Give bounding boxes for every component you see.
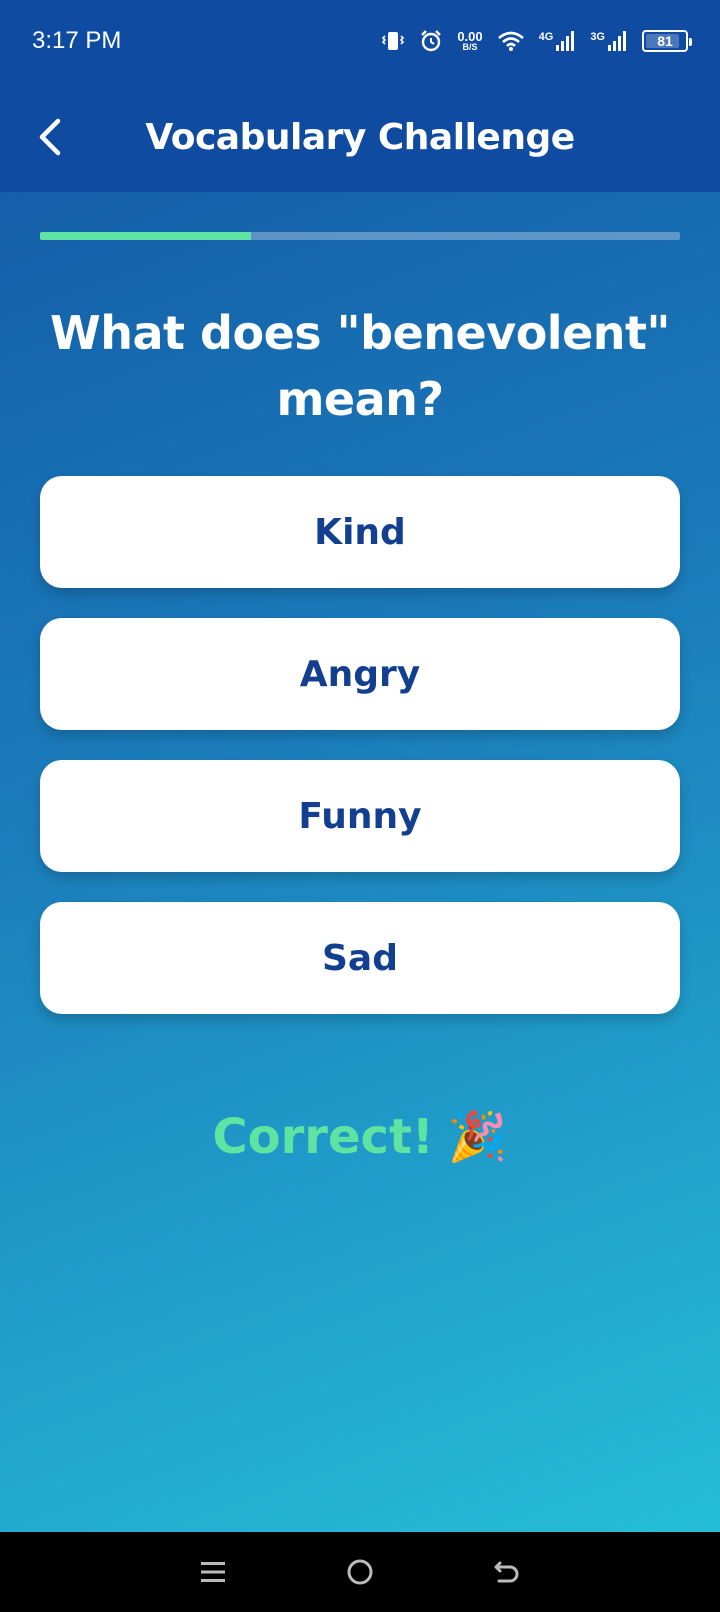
status-time: 3:17 PM xyxy=(32,27,122,54)
option-label: Sad xyxy=(322,937,398,979)
party-popper-icon: 🎉 xyxy=(447,1109,508,1165)
battery-level: 81 xyxy=(657,33,673,49)
home-icon xyxy=(347,1559,373,1585)
alarm-icon xyxy=(421,30,442,52)
menu-icon xyxy=(201,1562,226,1582)
option-label: Kind xyxy=(314,511,406,553)
feedback-message: Correct! 🎉 xyxy=(0,1108,720,1166)
status-icons: 0.00 B/S 4G 3G 81 xyxy=(381,29,692,53)
net-speed-unit: B/S xyxy=(462,42,478,52)
nav-home-button[interactable] xyxy=(330,1542,390,1602)
page-title: Vocabulary Challenge xyxy=(145,116,575,158)
feedback-text: Correct! xyxy=(212,1108,434,1165)
option-button-funny[interactable]: Funny xyxy=(40,760,680,872)
progress-fill xyxy=(40,232,252,240)
option-button-sad[interactable]: Sad xyxy=(40,902,680,1014)
option-label: Funny xyxy=(298,795,422,837)
option-button-angry[interactable]: Angry xyxy=(40,618,680,730)
back-icon xyxy=(494,1561,519,1583)
navigation-bar xyxy=(0,1532,720,1612)
signal-icon xyxy=(556,31,575,51)
nav-menu-button[interactable] xyxy=(183,1542,243,1602)
progress-bar xyxy=(40,232,680,240)
signal-1-label: 4G xyxy=(538,31,554,43)
net-speed: 0.00 B/S xyxy=(457,30,482,52)
back-button[interactable] xyxy=(24,110,78,164)
battery-icon: 81 xyxy=(642,30,692,52)
option-label: Angry xyxy=(299,653,421,695)
question-text: What does "benevolent" mean? xyxy=(50,306,670,426)
back-arrow-icon xyxy=(39,118,61,156)
answer-options: Kind Angry Funny Sad xyxy=(40,476,680,1044)
signal-2-label: 3G xyxy=(590,31,605,43)
signal-1: 4G xyxy=(539,31,577,51)
app-header: Vocabulary Challenge xyxy=(0,82,720,192)
signal-icon xyxy=(608,31,626,51)
signal-2: 3G xyxy=(590,31,628,51)
status-bar: 3:17 PM 0.00 B/S 4G 3G 81 xyxy=(0,0,720,82)
option-button-kind[interactable]: Kind xyxy=(40,476,680,588)
nav-back-button[interactable] xyxy=(477,1542,537,1602)
wifi-icon xyxy=(497,31,524,51)
vibrate-icon xyxy=(382,32,405,50)
